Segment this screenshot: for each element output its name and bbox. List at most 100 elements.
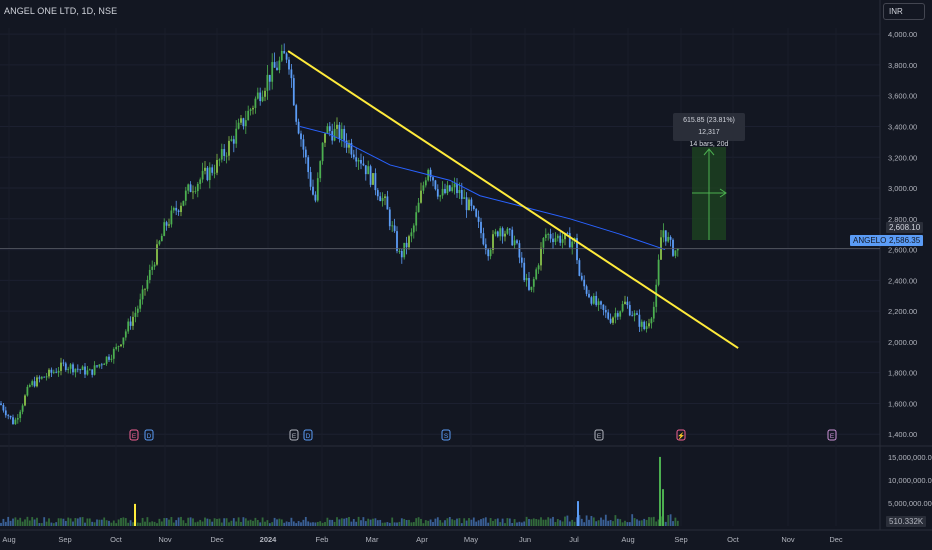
candle-body — [266, 74, 269, 91]
chart-area[interactable]: 4,000.00 3,800.00 3,600.00 3,400.00 3,200.00… — [0, 0, 932, 550]
candle-body — [115, 346, 118, 350]
candle-body — [326, 126, 329, 134]
time-tick-label: Jul — [569, 535, 579, 544]
chart-svg[interactable]: 4,000.00 3,800.00 3,600.00 3,400.00 3,200.00… — [0, 0, 932, 550]
candle-body — [614, 313, 617, 318]
volume-bar — [314, 522, 317, 526]
volume-bar — [62, 518, 65, 526]
candle-body — [50, 369, 53, 373]
candle-body — [110, 358, 113, 360]
candle-body — [324, 133, 326, 143]
time-tick-label: Sep — [674, 535, 687, 544]
candle-body — [494, 231, 497, 235]
volume-bar — [463, 518, 466, 526]
volume-bar — [302, 519, 305, 526]
candle-body — [16, 418, 19, 420]
volume-bar — [446, 518, 449, 526]
volume-bar — [381, 522, 384, 526]
volume-bar — [276, 519, 278, 526]
candle-body — [163, 222, 166, 236]
currency-selector[interactable]: INR — [883, 3, 925, 20]
volume-bar — [146, 517, 149, 526]
volume-bar — [43, 517, 46, 526]
volume-bar — [494, 519, 497, 526]
candle-body — [580, 275, 583, 280]
volume-bar — [168, 519, 170, 526]
candle-body — [338, 124, 341, 139]
candle-body — [196, 183, 199, 192]
volume-bar — [597, 520, 600, 526]
volume-bar — [117, 519, 120, 526]
volume-bar — [244, 518, 247, 526]
candle-body — [506, 228, 509, 234]
volume-bar — [504, 523, 506, 526]
volume-bar — [204, 517, 206, 526]
candle-body — [446, 185, 449, 194]
volume-bar — [669, 514, 672, 526]
volume-bar — [199, 519, 202, 526]
volume-bar — [525, 516, 528, 526]
volume-bar — [484, 517, 487, 526]
candle-body — [489, 249, 492, 257]
volume-bar — [81, 517, 84, 526]
volume-bar — [547, 517, 550, 526]
volume-bar — [38, 523, 41, 526]
volume-bar — [549, 518, 552, 526]
candle-body — [393, 225, 396, 232]
volume-bar — [76, 518, 79, 526]
volume-bar — [475, 521, 478, 526]
candle-body — [103, 363, 106, 365]
volume-bar — [316, 522, 319, 526]
volume-bar — [57, 518, 60, 526]
volume-bar — [55, 522, 58, 526]
event-marker-label: E — [597, 433, 602, 440]
candle-body — [213, 172, 216, 174]
candle-body — [568, 233, 571, 248]
candle-body — [31, 381, 34, 386]
candle-body — [588, 293, 590, 298]
candle-body — [652, 306, 655, 319]
volume-bar — [268, 523, 271, 526]
volume-tick-label: 5,000,000.00 — [888, 499, 932, 508]
candle-body — [528, 278, 530, 290]
candle-body — [518, 243, 521, 258]
last-price-label: 2,608.10 — [886, 222, 924, 233]
volume-bar — [612, 521, 614, 526]
volume-bar — [667, 515, 670, 526]
candle-body — [631, 315, 634, 317]
volume-bar — [177, 517, 180, 526]
volume-bar — [379, 519, 382, 526]
volume-bar — [208, 519, 211, 526]
volume-bar — [230, 520, 233, 526]
volume-bar — [592, 517, 595, 526]
volume-bar — [350, 521, 353, 526]
candle-body — [117, 346, 120, 347]
candle-body — [192, 191, 194, 193]
candle-body — [242, 118, 245, 127]
candle-body — [177, 210, 180, 213]
candle-body — [465, 197, 468, 211]
candle-body — [381, 197, 384, 202]
volume-bar — [338, 519, 341, 526]
candle-body — [206, 167, 209, 181]
candle-body — [398, 251, 401, 252]
volume-bar — [84, 522, 86, 526]
candle-body — [204, 167, 206, 171]
candle-body — [477, 216, 480, 222]
volume-bar — [595, 521, 598, 526]
volume-bar — [223, 518, 226, 526]
volume-bar — [206, 518, 209, 526]
volume-bar — [31, 517, 34, 526]
candle-body — [292, 78, 295, 106]
candle-body — [124, 331, 127, 338]
volume-bar — [307, 521, 310, 526]
volume-bar — [532, 518, 535, 526]
volume-bar — [412, 522, 415, 526]
candle-body — [28, 385, 31, 387]
candle-body — [379, 196, 382, 202]
volume-bar — [333, 521, 336, 526]
volume-bar — [369, 519, 372, 526]
candle-body — [316, 178, 319, 201]
volume-bar — [676, 520, 679, 526]
candle-body — [304, 149, 307, 158]
